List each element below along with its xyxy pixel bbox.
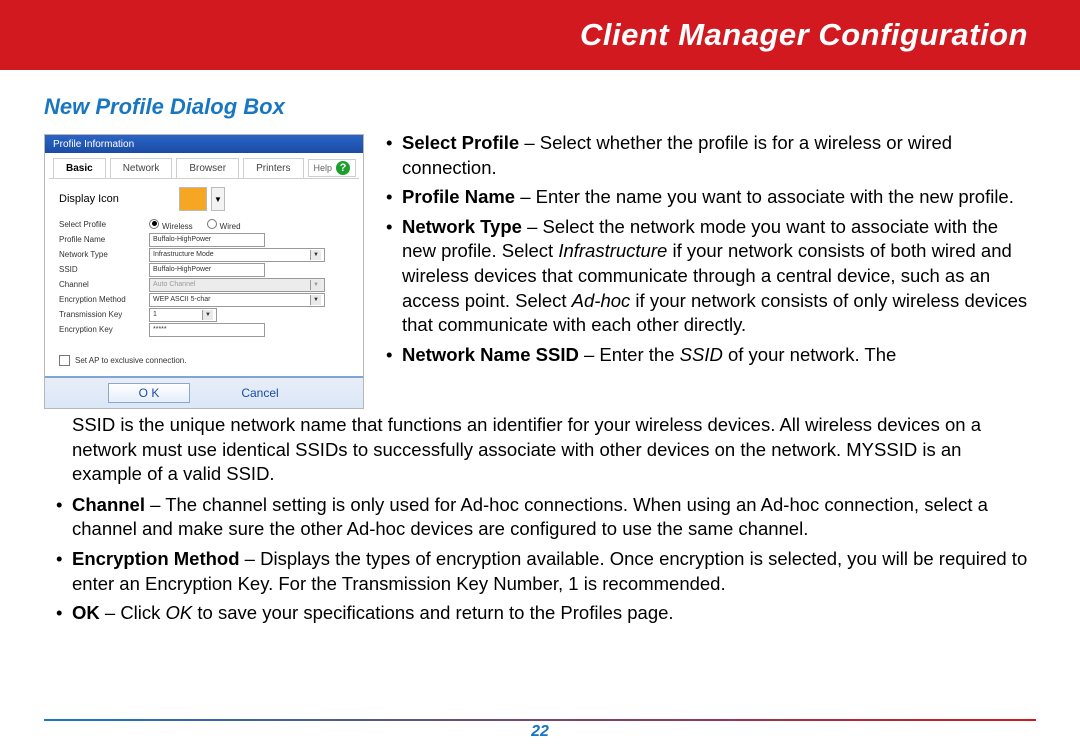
select-network-type-value: Infrastructure Mode <box>153 251 214 258</box>
label-profile-name: Profile Name <box>59 235 149 244</box>
desc-profile-name: Profile Name – Enter the name you want t… <box>386 185 1036 210</box>
chevron-down-icon: ▼ <box>310 250 321 260</box>
desc-ok-label: OK <box>72 602 100 623</box>
desc-ssid-first-line: Network Name SSID – Enter the SSID of yo… <box>386 343 1036 368</box>
desc-profile-name-text: – Enter the name you want to associate w… <box>515 186 1014 207</box>
desc-channel-text: – The channel setting is only used for A… <box>72 494 988 540</box>
header-title: Client Manager Configuration <box>580 17 1028 53</box>
row-exclusive-ap[interactable]: Set AP to exclusive connection. <box>59 355 349 366</box>
label-select-profile: Select Profile <box>59 220 149 229</box>
desc-network-type: Network Type – Select the network mode y… <box>386 215 1036 338</box>
dialog-inner: Display Icon ▼ Select Profile Wireless W… <box>49 179 359 372</box>
display-icon-row: Display Icon ▼ <box>59 187 349 211</box>
desc-network-type-label: Network Type <box>402 216 522 237</box>
description-list-top: Select Profile – Select whether the prof… <box>386 131 1036 367</box>
content-area: Profile Information Basic Network Browse… <box>0 134 1080 626</box>
input-ssid[interactable]: Buffalo-HighPower <box>149 263 265 277</box>
display-icon-thumb <box>179 187 207 211</box>
checkbox-icon <box>59 355 70 366</box>
profile-dialog: Profile Information Basic Network Browse… <box>44 134 364 409</box>
tab-browser[interactable]: Browser <box>176 158 239 178</box>
dialog-tabs: Basic Network Browser Printers Help ? <box>49 156 359 179</box>
desc-select-profile-label: Select Profile <box>402 132 519 153</box>
select-profile-radio-group: Wireless Wired <box>149 219 241 231</box>
desc-ok-text-b: to save your specifications and return t… <box>192 602 673 623</box>
ok-button[interactable]: O K <box>108 383 190 403</box>
select-transmission-key[interactable]: 1 ▼ <box>149 308 217 322</box>
desc-ssid-continuation: SSID is the unique network name that fun… <box>72 413 1036 487</box>
row-channel: Channel Auto Channel ▼ <box>59 277 349 292</box>
desc-encryption: Encryption Method – Displays the types o… <box>44 547 1036 596</box>
description-right: Select Profile – Select whether the prof… <box>386 131 1036 372</box>
chevron-down-icon: ▼ <box>202 310 213 320</box>
help-chip[interactable]: Help ? <box>308 159 357 177</box>
label-ssid: SSID <box>59 265 149 274</box>
radio-wired[interactable]: Wired <box>207 219 241 231</box>
page-footer: 22 <box>0 719 1080 741</box>
select-transmission-key-value: 1 <box>153 311 157 318</box>
row-select-profile: Select Profile Wireless Wired <box>59 217 349 232</box>
chevron-down-icon: ▼ <box>310 280 321 290</box>
top-row: Profile Information Basic Network Browse… <box>44 134 1036 409</box>
tab-printers[interactable]: Printers <box>243 158 303 178</box>
dialog-footer: O K Cancel <box>45 376 363 408</box>
select-channel-value: Auto Channel <box>153 281 195 288</box>
description-list-bottom: Channel – The channel setting is only us… <box>44 493 1036 626</box>
display-icon-dropdown-button[interactable]: ▼ <box>211 187 225 211</box>
chevron-down-icon: ▼ <box>310 295 321 305</box>
radio-wireless-label: Wireless <box>162 222 193 231</box>
desc-profile-name-label: Profile Name <box>402 186 515 207</box>
row-encryption-method: Encryption Method WEP ASCII 5-char ▼ <box>59 292 349 307</box>
desc-network-type-adhoc: Ad-hoc <box>572 290 631 311</box>
select-channel: Auto Channel ▼ <box>149 278 325 292</box>
page-number: 22 <box>0 723 1080 741</box>
select-network-type[interactable]: Infrastructure Mode ▼ <box>149 248 325 262</box>
radio-dot-icon <box>207 219 217 229</box>
help-label: Help <box>314 163 333 173</box>
desc-ssid-text-a: – Enter the <box>579 344 680 365</box>
row-transmission-key: Transmission Key 1 ▼ <box>59 307 349 322</box>
desc-select-profile: Select Profile – Select whether the prof… <box>386 131 1036 180</box>
cancel-button[interactable]: Cancel <box>220 384 300 402</box>
desc-ok: OK – Click OK to save your specification… <box>44 601 1036 626</box>
label-encryption-key: Encryption Key <box>59 325 149 334</box>
label-channel: Channel <box>59 280 149 289</box>
checkbox-exclusive-ap-label: Set AP to exclusive connection. <box>75 356 186 365</box>
radio-wired-label: Wired <box>220 222 241 231</box>
description-bottom: Channel – The channel setting is only us… <box>44 493 1036 626</box>
desc-network-type-infra: Infrastructure <box>558 240 667 261</box>
section-title: New Profile Dialog Box <box>44 94 1080 120</box>
label-encryption-method: Encryption Method <box>59 295 149 304</box>
desc-ok-italic: OK <box>166 602 193 623</box>
desc-channel: Channel – The channel setting is only us… <box>44 493 1036 542</box>
desc-ssid-label: Network Name SSID <box>402 344 579 365</box>
radio-dot-icon <box>149 219 159 229</box>
desc-encryption-label: Encryption Method <box>72 548 240 569</box>
desc-ssid-italic: SSID <box>680 344 723 365</box>
help-icon: ? <box>336 161 350 175</box>
label-transmission-key: Transmission Key <box>59 310 149 319</box>
select-encryption-method[interactable]: WEP ASCII 5-char ▼ <box>149 293 325 307</box>
dialog-titlebar: Profile Information <box>45 135 363 153</box>
row-encryption-key: Encryption Key ***** <box>59 322 349 337</box>
input-profile-name[interactable]: Buffalo-HighPower <box>149 233 265 247</box>
tab-network[interactable]: Network <box>110 158 173 178</box>
desc-ssid-text-b: of your network. The <box>723 344 896 365</box>
select-encryption-method-value: WEP ASCII 5-char <box>153 296 210 303</box>
header-banner: Client Manager Configuration <box>0 0 1080 70</box>
desc-channel-label: Channel <box>72 494 145 515</box>
footer-divider <box>44 719 1036 721</box>
radio-wireless[interactable]: Wireless <box>149 219 193 231</box>
desc-ok-text-a: – Click <box>100 602 166 623</box>
dialog-body: Basic Network Browser Printers Help ? Di… <box>45 153 363 376</box>
display-icon-picker[interactable]: ▼ <box>179 187 225 211</box>
label-network-type: Network Type <box>59 250 149 259</box>
row-network-type: Network Type Infrastructure Mode ▼ <box>59 247 349 262</box>
row-ssid: SSID Buffalo-HighPower <box>59 262 349 277</box>
input-encryption-key[interactable]: ***** <box>149 323 265 337</box>
tab-basic[interactable]: Basic <box>53 158 106 178</box>
row-profile-name: Profile Name Buffalo-HighPower <box>59 232 349 247</box>
display-icon-label: Display Icon <box>59 193 119 205</box>
